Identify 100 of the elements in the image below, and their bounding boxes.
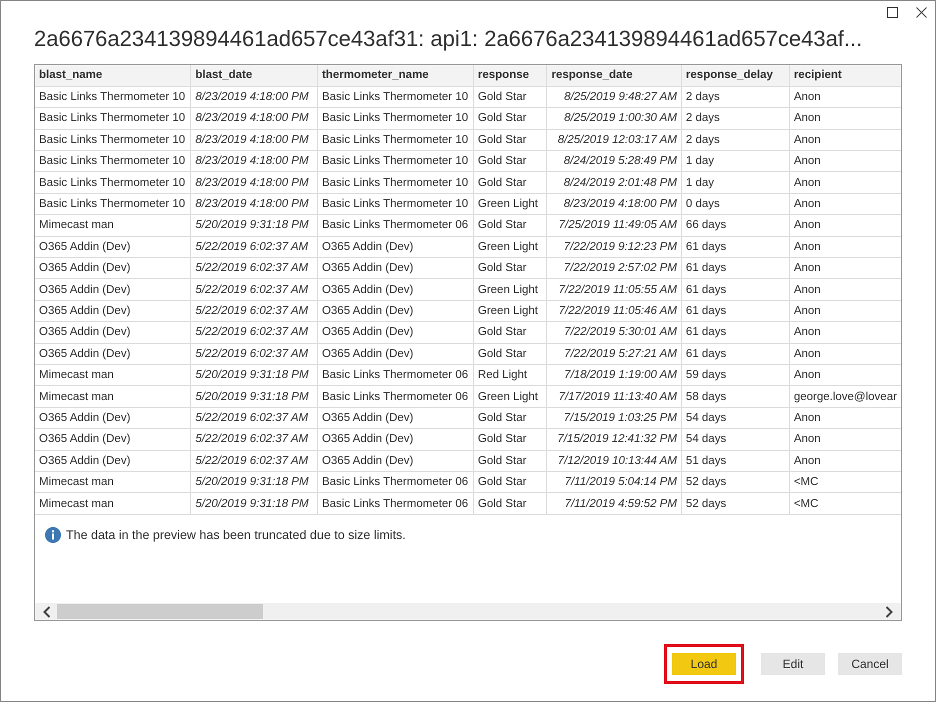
notice-text: The data in the preview has been truncated due to size limits. <box>66 528 406 542</box>
horizontal-scrollbar[interactable] <box>35 603 901 620</box>
table-cell: O365 Addin (Dev) <box>35 322 191 344</box>
table-cell: 5/20/2019 9:31:18 PM <box>190 492 318 514</box>
table-cell: 61 days <box>681 236 790 258</box>
table-cell: 7/18/2019 1:19:00 AM <box>546 364 682 386</box>
scrollbar-thumb[interactable] <box>57 604 263 619</box>
table-cell: 61 days <box>681 278 790 300</box>
table-cell: 5/22/2019 6:02:37 AM <box>190 322 318 344</box>
table-cell: O365 Addin (Dev) <box>35 258 191 279</box>
table-cell: Gold Star <box>473 108 547 130</box>
table-cell: O365 Addin (Dev) <box>317 258 474 279</box>
table-cell: 1 day <box>681 172 790 194</box>
table-cell: Basic Links Thermometer 06 <box>317 386 474 408</box>
table-cell: O365 Addin (Dev) <box>35 407 191 429</box>
table-cell: 8/23/2019 4:18:00 PM <box>190 129 318 151</box>
column-header[interactable]: response <box>473 65 547 86</box>
table-cell: Gold Star <box>473 492 547 514</box>
column-header[interactable]: blast_name <box>35 65 191 86</box>
table-cell: 2 days <box>681 129 790 151</box>
table-cell: 8/23/2019 4:18:00 PM <box>190 108 318 130</box>
table-cell: 66 days <box>681 214 790 236</box>
table-cell: Mimecast man <box>35 471 191 493</box>
column-header[interactable]: thermometer_name <box>317 65 474 86</box>
table-cell: 5/20/2019 9:31:18 PM <box>190 214 318 236</box>
table-cell: 59 days <box>681 364 790 386</box>
table-cell: 7/22/2019 2:57:02 PM <box>546 258 682 279</box>
table-cell: Basic Links Thermometer 10 <box>317 172 474 194</box>
table-cell: 61 days <box>681 322 790 344</box>
table-cell: 8/23/2019 4:18:00 PM <box>190 86 318 108</box>
close-icon[interactable] <box>916 7 927 18</box>
table-cell: 1 day <box>681 150 790 172</box>
table-cell: 5/22/2019 6:02:37 AM <box>190 300 318 322</box>
scroll-right-icon[interactable] <box>885 606 893 618</box>
table-cell: Gold Star <box>473 172 547 194</box>
table-cell: Basic Links Thermometer 10 <box>317 150 474 172</box>
table-cell: 7/15/2019 1:03:25 PM <box>546 407 682 429</box>
column-header[interactable]: response_date <box>546 65 682 86</box>
table-cell: O365 Addin (Dev) <box>35 300 191 322</box>
table-cell: Mimecast man <box>35 386 191 408</box>
table-cell: 7/25/2019 11:49:05 AM <box>546 214 682 236</box>
edit-button[interactable]: Edit <box>761 653 825 675</box>
column-header[interactable]: blast_date <box>190 65 318 86</box>
table-cell: 8/25/2019 12:03:17 AM <box>546 129 682 151</box>
table-cell: Gold Star <box>473 129 547 151</box>
table-cell: O365 Addin (Dev) <box>317 407 474 429</box>
column-header[interactable]: recipient <box>789 65 901 86</box>
table-cell: 5/22/2019 6:02:37 AM <box>190 428 318 450</box>
table-cell: Basic Links Thermometer 06 <box>317 471 474 493</box>
load-button[interactable]: Load <box>672 653 736 675</box>
table-cell: 7/17/2019 11:13:40 AM <box>546 386 682 408</box>
table-cell: Gold Star <box>473 428 547 450</box>
column-header[interactable]: response_delay <box>681 65 790 86</box>
table-cell: 5/20/2019 9:31:18 PM <box>190 364 318 386</box>
table-cell: 8/25/2019 9:48:27 AM <box>546 86 682 108</box>
table-cell: 58 days <box>681 386 790 408</box>
table-cell: 5/22/2019 6:02:37 AM <box>190 343 318 364</box>
table-cell: O365 Addin (Dev) <box>35 236 191 258</box>
table-cell: 8/25/2019 1:00:30 AM <box>546 108 682 130</box>
table-cell: Basic Links Thermometer 10 <box>35 129 191 151</box>
table-cell: O365 Addin (Dev) <box>317 450 474 472</box>
table-cell: 54 days <box>681 407 790 429</box>
table-cell: O365 Addin (Dev) <box>317 428 474 450</box>
table-cell: Gold Star <box>473 343 547 364</box>
table-cell: 5/22/2019 6:02:37 AM <box>190 450 318 472</box>
scroll-left-icon[interactable] <box>43 606 51 618</box>
maximize-icon[interactable] <box>887 7 898 18</box>
table-cell: 61 days <box>681 343 790 364</box>
cancel-button[interactable]: Cancel <box>838 653 902 675</box>
table-cell: Basic Links Thermometer 10 <box>35 108 191 130</box>
table-cell: 54 days <box>681 428 790 450</box>
table-cell: Basic Links Thermometer 06 <box>317 214 474 236</box>
table-cell: Gold Star <box>473 258 547 279</box>
table-cell: Mimecast man <box>35 492 191 514</box>
table-cell: Gold Star <box>473 471 547 493</box>
table-cell: Green Light <box>473 300 547 322</box>
table-cell: Basic Links Thermometer 10 <box>317 86 474 108</box>
table-cell: 2 days <box>681 86 790 108</box>
table-cell: Green Light <box>473 386 547 408</box>
table-cell: 7/22/2019 9:12:23 PM <box>546 236 682 258</box>
table-cell: Basic Links Thermometer 10 <box>35 86 191 108</box>
table-cell: 7/22/2019 5:30:01 AM <box>546 322 682 344</box>
table-cell: Basic Links Thermometer 06 <box>317 364 474 386</box>
table-cell: Basic Links Thermometer 10 <box>317 129 474 151</box>
table-cell: 5/22/2019 6:02:37 AM <box>190 278 318 300</box>
table-cell: O365 Addin (Dev) <box>35 343 191 364</box>
table-cell: O365 Addin (Dev) <box>317 300 474 322</box>
table-cell: Mimecast man <box>35 214 191 236</box>
table-cell: 7/22/2019 11:05:55 AM <box>546 278 682 300</box>
table-cell: Gold Star <box>473 214 547 236</box>
table-cell: 2 days <box>681 108 790 130</box>
table-cell: 5/22/2019 6:02:37 AM <box>190 236 318 258</box>
table-cell: O365 Addin (Dev) <box>35 450 191 472</box>
table-cell: 61 days <box>681 300 790 322</box>
table-cell: 0 days <box>681 193 790 215</box>
table-cell: Basic Links Thermometer 10 <box>317 108 474 130</box>
table-cell: Red Light <box>473 364 547 386</box>
table-cell: Basic Links Thermometer 06 <box>317 492 474 514</box>
table-cell: Gold Star <box>473 322 547 344</box>
table-cell: Green Light <box>473 193 547 215</box>
